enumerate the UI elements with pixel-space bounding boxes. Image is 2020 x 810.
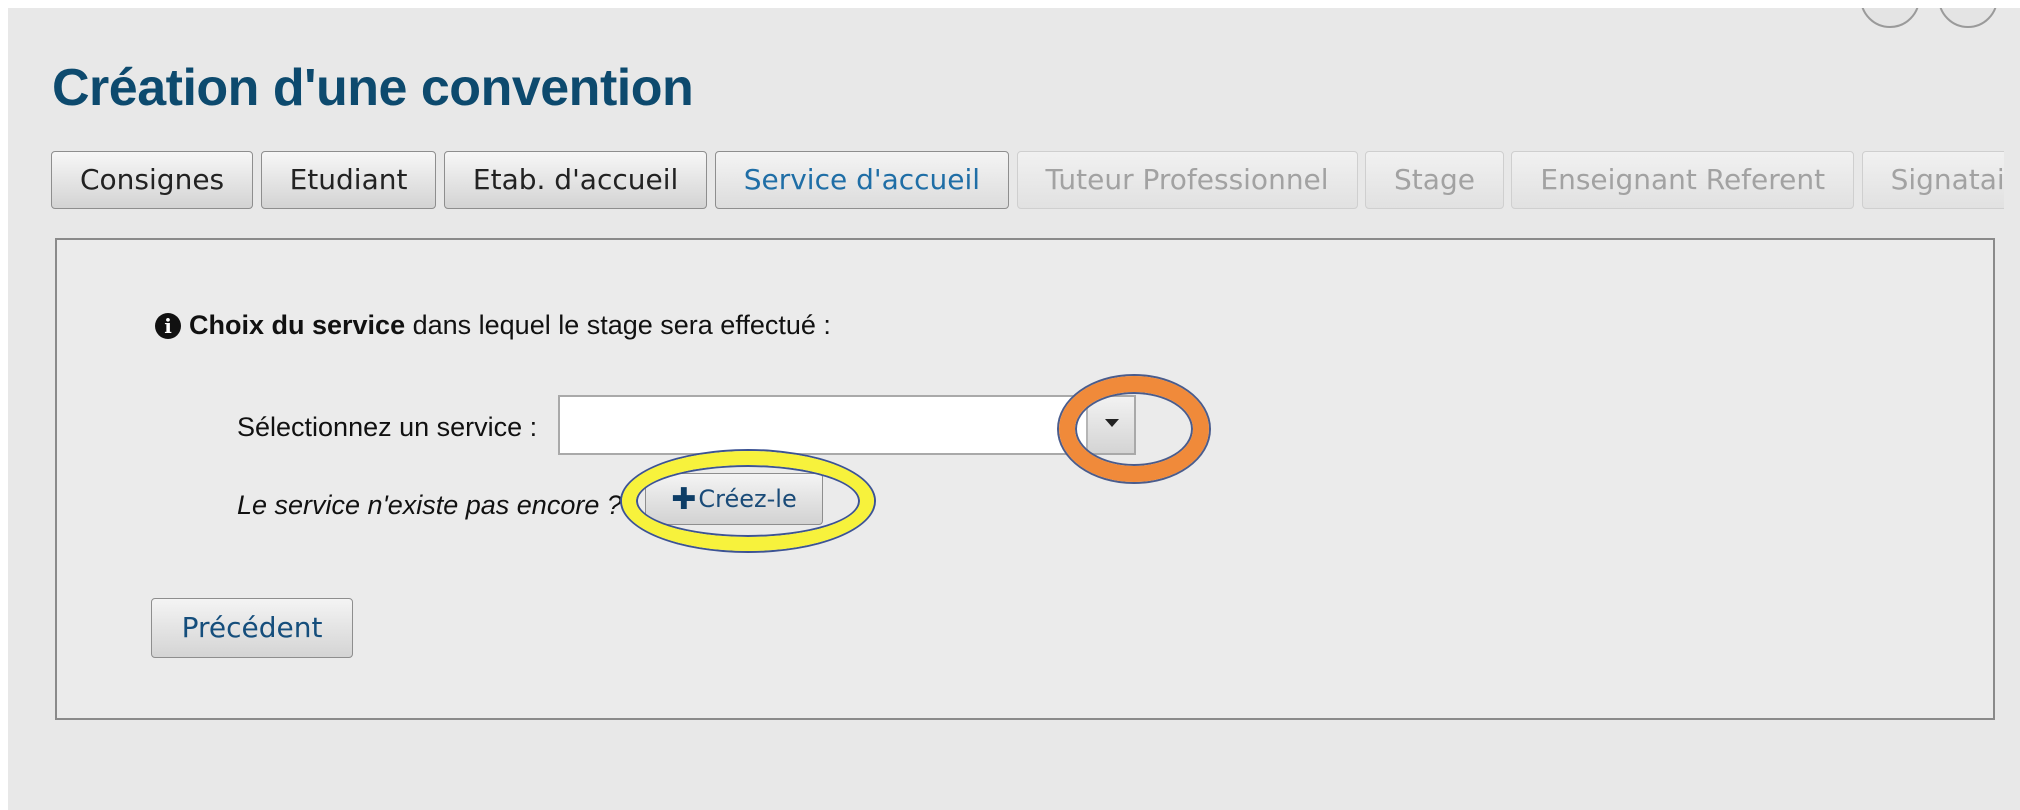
create-service-label: Créez-le <box>698 485 797 513</box>
info-message-text: dans lequel le stage sera effectué : <box>405 310 831 340</box>
plus-icon: ✚ <box>671 482 697 517</box>
app-canvas: Création d'une convention Consignes Etud… <box>8 8 2020 810</box>
service-panel: i Choix du service dans lequel le stage s… <box>55 238 1995 720</box>
page-title: Création d'une convention <box>52 59 694 117</box>
previous-button[interactable]: Précédent <box>151 598 353 658</box>
tab-enseignant-referent: Enseignant Referent <box>1511 151 1855 209</box>
tab-service-accueil[interactable]: Service d'accueil <box>714 151 1010 209</box>
info-message: i Choix du service dans lequel le stage s… <box>155 310 831 341</box>
tab-consignes[interactable]: Consignes <box>51 151 254 209</box>
tab-etab-accueil[interactable]: Etab. d'accueil <box>443 151 708 209</box>
tab-etudiant[interactable]: Etudiant <box>260 151 437 209</box>
info-circle-icon: i <box>155 313 181 339</box>
info-message-bold: Choix du service <box>189 310 406 340</box>
wizard-tabs: Consignes Etudiant Etab. d'accueil Servi… <box>51 151 2004 211</box>
tab-signataire: Signataire <box>1861 151 2004 209</box>
top-decoration <box>1820 8 2020 28</box>
caret-down-icon <box>1105 419 1119 427</box>
dropdown-toggle-button[interactable] <box>1086 397 1134 453</box>
create-service-prompt: Le service n'existe pas encore ? <box>237 490 622 520</box>
service-select[interactable] <box>558 395 1136 455</box>
tab-tuteur-professionnel: Tuteur Professionnel <box>1016 151 1358 209</box>
select-service-label: Sélectionnez un service : <box>237 412 538 442</box>
tab-stage: Stage <box>1365 151 1504 209</box>
create-service-button[interactable]: ✚Créez-le <box>645 473 823 525</box>
circle-button-icon[interactable] <box>1860 8 1920 28</box>
circle-button-icon[interactable] <box>1938 8 1998 28</box>
